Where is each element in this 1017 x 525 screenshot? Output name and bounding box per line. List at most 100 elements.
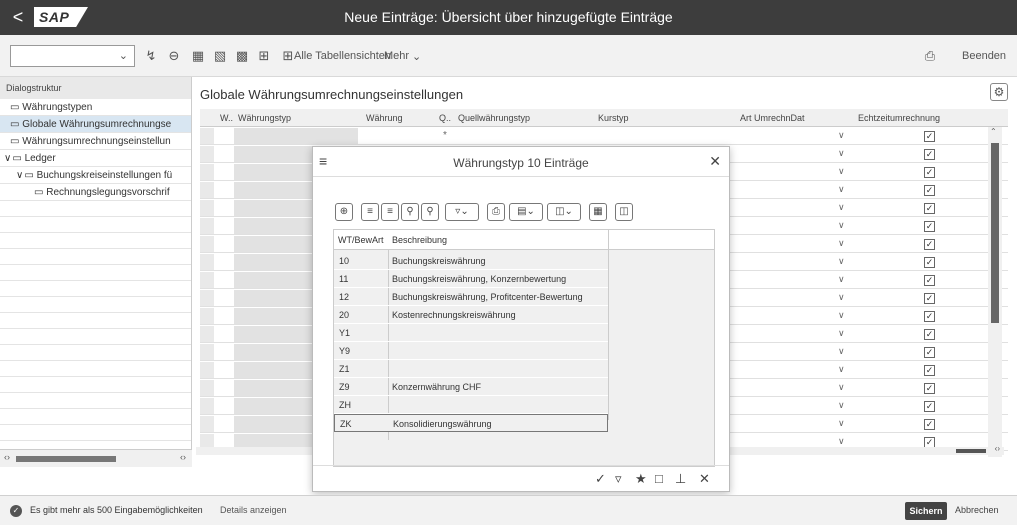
table-scroll-thumb[interactable]	[956, 449, 986, 453]
col-header-beschreibung[interactable]: Beschreibung	[392, 235, 447, 245]
art-umrechndat-dropdown-icon[interactable]: ∨	[838, 130, 845, 141]
calculator-icon[interactable]: ▦	[589, 203, 607, 221]
print-preview-icon[interactable]: ⎙	[487, 203, 505, 221]
expand-chevron-icon[interactable]: ∨	[16, 170, 23, 181]
table-view-icon[interactable]: ⊞	[256, 48, 272, 64]
save-button[interactable]: Sichern	[905, 502, 947, 520]
sort-ascending-icon[interactable]: ≡	[361, 203, 379, 221]
row-selector[interactable]	[200, 326, 214, 342]
echtzeit-checkbox[interactable]: ✓	[924, 185, 935, 196]
art-umrechndat-dropdown-icon[interactable]: ∨	[838, 202, 845, 213]
echtzeit-checkbox[interactable]: ✓	[924, 419, 935, 430]
row-selector[interactable]	[200, 362, 214, 378]
row-selector[interactable]	[200, 416, 214, 432]
row-selector[interactable]	[200, 254, 214, 270]
cancel-button[interactable]: Abbrechen	[955, 505, 999, 515]
value-help-row[interactable]: Y9	[334, 342, 608, 360]
exit-button[interactable]: Beenden	[962, 50, 1006, 62]
art-umrechndat-dropdown-icon[interactable]: ∨	[838, 238, 845, 249]
art-umrechndat-dropdown-icon[interactable]: ∨	[838, 364, 845, 375]
more-menu-button[interactable]: Mehr	[384, 50, 409, 62]
export-icon[interactable]: ◫⌄	[547, 203, 581, 221]
row-selector[interactable]	[200, 164, 214, 180]
tree-item[interactable]: ▭ Währungsumrechnungseinstellun	[0, 133, 191, 150]
value-help-row[interactable]: 12 Buchungskreiswährung, Profitcenter-Bew…	[334, 288, 608, 306]
settings-icon[interactable]: ⚙	[990, 83, 1008, 101]
tree-item[interactable]: ▭ Rechnungslegungsvorschrif	[0, 184, 191, 201]
echtzeit-checkbox[interactable]: ✓	[924, 257, 935, 268]
art-umrechndat-dropdown-icon[interactable]: ∨	[838, 382, 845, 393]
col-header-echtzeitumrechnung[interactable]: Echtzeitumrechnung	[858, 113, 940, 123]
echtzeit-checkbox[interactable]: ✓	[924, 383, 935, 394]
vertical-scrollbar[interactable]: ⌃ ⌄	[988, 127, 1002, 457]
row-selector[interactable]	[200, 146, 214, 162]
row-selector[interactable]	[200, 380, 214, 396]
row-selector[interactable]	[200, 236, 214, 252]
value-help-row[interactable]: ZK Konsolidierungswährung	[334, 414, 608, 432]
col-header-q[interactable]: Q..	[439, 113, 451, 123]
art-umrechndat-dropdown-icon[interactable]: ∨	[838, 256, 845, 267]
filter-footer-icon[interactable]: ▿	[615, 471, 622, 487]
value-help-row[interactable]: Z1	[334, 360, 608, 378]
echtzeit-checkbox[interactable]: ✓	[924, 203, 935, 214]
col-header-kurstyp[interactable]: Kurstyp	[598, 113, 629, 123]
print-icon[interactable]: ⎙	[922, 48, 938, 64]
col-header-waehrungstyp[interactable]: Währungstyp	[238, 113, 291, 123]
row-selector[interactable]	[200, 218, 214, 234]
art-umrechndat-dropdown-icon[interactable]: ∨	[838, 184, 845, 195]
zoom-in-icon[interactable]: ⊕	[335, 203, 353, 221]
value-help-row[interactable]: 20 Kostenrechnungskreiswährung	[334, 306, 608, 324]
scroll-up-icon[interactable]: ⌃	[990, 127, 997, 136]
expand-chevron-icon[interactable]: ∨	[4, 153, 11, 164]
row-selector[interactable]	[200, 200, 214, 216]
layout-icon[interactable]: ▤⌄	[509, 203, 543, 221]
echtzeit-checkbox[interactable]: ✓	[924, 329, 935, 340]
col-header-quellwaehrungstyp[interactable]: Quellwährungstyp	[458, 113, 530, 123]
close-icon[interactable]: ✕	[709, 153, 721, 170]
search-icon[interactable]: ⚲	[401, 203, 419, 221]
echtzeit-checkbox[interactable]: ✓	[924, 311, 935, 322]
row-selector[interactable]	[200, 344, 214, 360]
col-header-waehrung[interactable]: Währung	[366, 113, 403, 123]
echtzeit-checkbox[interactable]: ✓	[924, 167, 935, 178]
value-help-row[interactable]: ZH	[334, 396, 608, 414]
echtzeit-checkbox[interactable]: ✓	[924, 401, 935, 412]
cancel-dialog-icon[interactable]: ✕	[699, 471, 710, 487]
chevron-down-icon[interactable]: ⌄	[119, 49, 128, 62]
value-help-row[interactable]: Z9 Konzernwährung CHF	[334, 378, 608, 396]
echtzeit-checkbox[interactable]: ✓	[924, 347, 935, 358]
all-table-views-button[interactable]: Alle Tabellensichten	[294, 50, 391, 62]
row-selector[interactable]	[200, 128, 214, 144]
row-selector[interactable]	[200, 308, 214, 324]
col-header-w[interactable]: W..	[220, 113, 233, 123]
art-umrechndat-dropdown-icon[interactable]: ∨	[838, 166, 845, 177]
filter-icon[interactable]: ▿⌄	[445, 203, 479, 221]
art-umrechndat-dropdown-icon[interactable]: ∨	[838, 346, 845, 357]
new-entry-icon[interactable]: □	[655, 471, 663, 486]
art-umrechndat-dropdown-icon[interactable]: ∨	[838, 328, 845, 339]
row-selector[interactable]	[200, 182, 214, 198]
info-icon[interactable]: ◫	[615, 203, 633, 221]
art-umrechndat-dropdown-icon[interactable]: ∨	[838, 418, 845, 429]
art-umrechndat-dropdown-icon[interactable]: ∨	[838, 220, 845, 231]
art-umrechndat-dropdown-icon[interactable]: ∨	[838, 274, 845, 285]
waehrungstyp-cell[interactable]	[234, 128, 358, 144]
tree-item[interactable]: ▭ Globale Währungsumrechnungse	[0, 116, 191, 133]
horizontal-scrollbar[interactable]: ‹› ‹›	[0, 449, 192, 467]
vertical-scroll-thumb[interactable]	[991, 143, 999, 323]
scroll-right-icon[interactable]: ‹›	[180, 452, 186, 462]
pin-icon[interactable]: ⊥	[675, 471, 686, 487]
value-help-row[interactable]: 11 Buchungskreiswährung, Konzernbewertung	[334, 270, 608, 288]
tree-item[interactable]: ∨▭ Buchungskreiseinstellungen fü	[0, 167, 191, 184]
art-umrechndat-dropdown-icon[interactable]: ∨	[838, 148, 845, 159]
art-umrechndat-dropdown-icon[interactable]: ∨	[838, 310, 845, 321]
echtzeit-checkbox[interactable]: ✓	[924, 275, 935, 286]
scroll-thumb[interactable]	[16, 456, 116, 462]
value-help-row[interactable]: Y1	[334, 324, 608, 342]
search-next-icon[interactable]: ⚲	[421, 203, 439, 221]
sort-descending-icon[interactable]: ≡	[381, 203, 399, 221]
confirm-icon[interactable]: ✓	[595, 471, 606, 487]
table-scroll-arrows-icon[interactable]: ‹›	[995, 444, 1000, 453]
echtzeit-checkbox[interactable]: ✓	[924, 221, 935, 232]
echtzeit-checkbox[interactable]: ✓	[924, 131, 935, 142]
